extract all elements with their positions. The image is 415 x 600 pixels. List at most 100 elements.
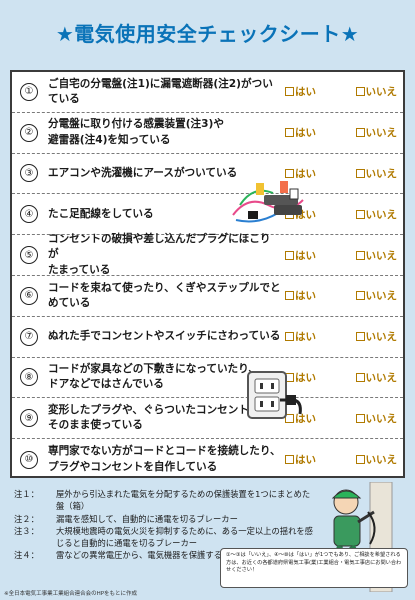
answer-options: はい いいえ [285, 125, 397, 140]
answer-label: はい [295, 331, 316, 344]
answer-yes[interactable]: はい [285, 329, 316, 344]
answer-label: いいえ [365, 208, 398, 221]
answer-yes[interactable]: はい [285, 248, 316, 263]
footnote-text: 漏電を感知して、自動的に通電を切るブレーカー [56, 513, 238, 524]
checkbox-icon[interactable] [355, 250, 365, 260]
checkbox-icon[interactable] [355, 455, 365, 465]
item-number: ③ [20, 164, 38, 183]
footnote-text: 雷などの異常電圧から、電気機器を保護する装置 [56, 550, 239, 561]
checkbox-icon[interactable] [355, 87, 365, 97]
checkbox-icon[interactable] [355, 168, 365, 178]
answer-yes[interactable]: はい [285, 84, 316, 99]
checkbox-icon[interactable] [285, 87, 294, 97]
footnote-label: 注４： [14, 550, 39, 561]
checkbox-icon[interactable] [285, 332, 294, 342]
checkbox-icon[interactable] [355, 413, 365, 423]
checklist-row: ⑥ コードを束ねて使ったり、くぎやステップルでとめている はい いいえ [12, 276, 403, 317]
checkbox-icon[interactable] [285, 128, 294, 138]
footnote: 注２： 漏電を感知して、自動的に通電を切るブレーカー [14, 513, 314, 525]
checklist-row: ⑩ 専門家でない方がコードとコードを接続したり、 プラグやコンセントを自作している は… [12, 439, 403, 480]
item-question: 専門家でない方がコードとコードを接続したり、 プラグやコンセントを自作している [48, 444, 281, 475]
answer-yes[interactable]: はい [285, 288, 316, 303]
item-question: コンセントの破損や差し込んだプラグにほこりが たまっている [48, 232, 281, 278]
consultation-bubble: ①〜③は「いいえ」、④〜⑩は「はい」が1つでもあり、ご相談を希望される方は、お近… [220, 548, 408, 588]
item-number: ⑤ [20, 246, 38, 265]
checklist-row: ⑧ コードが家具などの下敷きになっていたり、 ドアなどではさんでいる はい いいえ [12, 358, 403, 399]
question-line: 分電盤に取り付ける感震装置(注3)や [48, 118, 224, 131]
checkbox-icon[interactable] [355, 209, 365, 219]
answer-label: いいえ [365, 331, 398, 344]
checkbox-icon[interactable] [355, 128, 365, 138]
answer-label: はい [295, 127, 316, 140]
answer-no[interactable]: いいえ [355, 329, 398, 344]
checklist-row: ③ エアコンや洗濯機にアースがついている はい いいえ [12, 154, 403, 195]
answer-label: いいえ [365, 290, 398, 303]
answer-label: いいえ [365, 249, 398, 262]
item-number: ① [20, 82, 38, 101]
answer-label: はい [295, 249, 316, 262]
footnote-text: 大規模地震時の電気火災を抑制するために、ある一定以上の揺れを感じると自動的に通電… [56, 525, 313, 549]
question-line: コンセントの破損や差し込んだプラグにほこりが [48, 233, 271, 261]
item-question: コードを束ねて使ったり、くぎやステップルでとめている [48, 281, 281, 312]
outlet-illustration [247, 371, 302, 419]
footnote-text: 屋外から引込まれた電気を分配するための保護装置を1つにまとめた盤（箱） [56, 489, 311, 512]
question-line: 専門家でない方がコードとコードを接続したり、 [48, 445, 281, 458]
item-question: ご自宅の分電盤(注1)に漏電遮断器(注2)がついている [48, 77, 281, 108]
question-line: コードを束ねて使ったり、くぎやステップルでとめている [48, 281, 281, 309]
item-number: ⑨ [20, 409, 38, 428]
checkbox-icon[interactable] [355, 372, 365, 382]
checklist-panel: ① ご自宅の分電盤(注1)に漏電遮断器(注2)がついている はい いいえ ② 分電盤に取り… [10, 70, 405, 478]
answer-no[interactable]: いいえ [355, 288, 398, 303]
question-line: 避雷器(注4)を知っている [48, 133, 171, 146]
answer-no[interactable]: いいえ [355, 84, 398, 99]
checklist-row: ⑨ 変形したプラグや、ぐらついたコンセントを そのまま使っている はい いいえ [12, 398, 403, 440]
answer-label: いいえ [365, 127, 398, 140]
answer-label: いいえ [365, 371, 398, 384]
checklist-row: ⑦ ぬれた手でコンセントやスイッチにさわっている はい いいえ [12, 317, 403, 358]
checkbox-icon[interactable] [285, 455, 294, 465]
item-number: ② [20, 123, 38, 142]
checklist-row: ② 分電盤に取り付ける感震装置(注3)や 避雷器(注4)を知っている はい いいえ [12, 113, 403, 154]
answer-no[interactable]: いいえ [355, 248, 398, 263]
item-number: ⑥ [20, 286, 38, 305]
answer-no[interactable]: いいえ [355, 166, 398, 181]
answer-options: はい いいえ [285, 288, 397, 303]
answer-no[interactable]: いいえ [355, 411, 398, 426]
question-line: ぬれた手でコンセントやスイッチにさわっている [48, 330, 281, 342]
footnote: 注１： 屋外から引込まれた電気を分配するための保護装置を1つにまとめた盤（箱） [14, 488, 314, 513]
item-number: ⑩ [20, 450, 38, 469]
answer-label: はい [295, 290, 316, 303]
footnote-label: 注１： [14, 489, 39, 499]
answer-yes[interactable]: はい [285, 125, 316, 140]
checklist-row: ① ご自宅の分電盤(注1)に漏電遮断器(注2)がついている はい いいえ [12, 72, 403, 113]
answer-no[interactable]: いいえ [355, 452, 398, 467]
answer-label: いいえ [365, 167, 398, 180]
item-number: ⑦ [20, 327, 38, 346]
answer-label: はい [295, 454, 316, 467]
page-title: ★電気使用安全チェックシート★ [55, 22, 360, 46]
answer-no[interactable]: いいえ [355, 125, 398, 140]
checkbox-icon[interactable] [355, 332, 365, 342]
checkbox-icon[interactable] [355, 291, 365, 301]
answer-label: いいえ [365, 454, 398, 467]
answer-label: いいえ [365, 86, 398, 99]
checklist-row: ④ たこ足配線をしている はい いいえ [12, 194, 403, 236]
answer-options: はい いいえ [285, 329, 397, 344]
answer-options: はい いいえ [285, 248, 397, 263]
answer-yes[interactable]: はい [285, 452, 316, 467]
answer-label: いいえ [365, 412, 398, 425]
source-note: ※全日本電気工事業工業組合連合会のHPをもとに作成 [4, 591, 137, 597]
answer-no[interactable]: いいえ [355, 370, 398, 385]
question-line: プラグやコンセントを自作している [48, 460, 218, 473]
answer-no[interactable]: いいえ [355, 207, 398, 222]
footnote-label: 注２： [14, 513, 39, 524]
answer-options: はい いいえ [285, 84, 397, 99]
checkbox-icon[interactable] [285, 291, 294, 301]
item-question: 分電盤に取り付ける感震装置(注3)や 避雷器(注4)を知っている [48, 117, 281, 148]
question-line: ご自宅の分電盤(注1)に漏電遮断器(注2)がついている [48, 77, 273, 105]
checkbox-icon[interactable] [285, 250, 294, 260]
item-question: ぬれた手でコンセントやスイッチにさわっている [48, 329, 281, 344]
item-number: ⑧ [20, 368, 38, 387]
footnote-label: 注３： [14, 525, 39, 536]
item-number: ④ [20, 205, 38, 224]
